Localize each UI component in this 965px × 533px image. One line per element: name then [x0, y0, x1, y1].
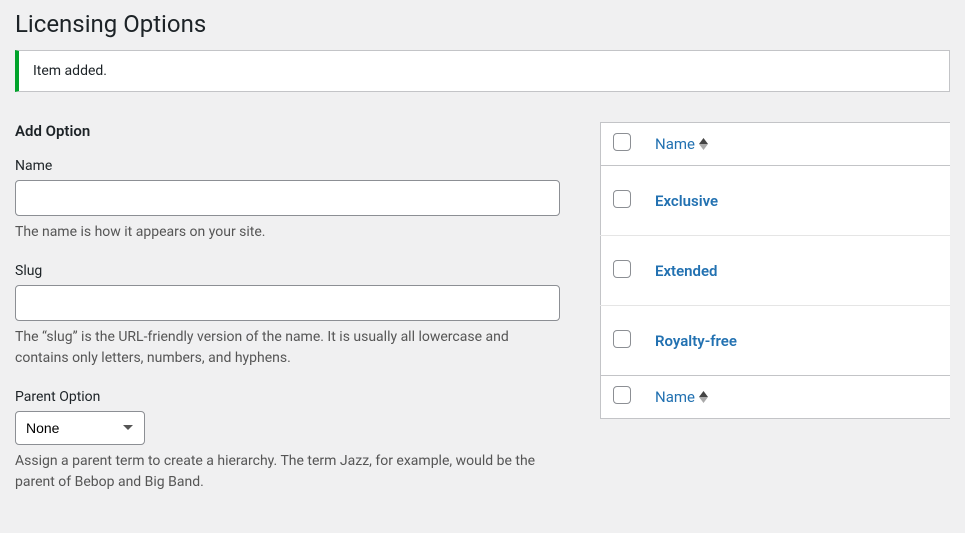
column-footer-name-label: Name	[655, 388, 695, 406]
table-row: Exclusive	[601, 166, 951, 236]
name-input[interactable]	[15, 180, 560, 216]
sort-icon	[699, 391, 708, 403]
parent-help: Assign a parent term to create a hierarc…	[15, 451, 560, 493]
column-header-name[interactable]: Name	[655, 135, 708, 153]
row-checkbox[interactable]	[613, 260, 631, 278]
column-footer-name[interactable]: Name	[655, 388, 708, 406]
success-notice: Item added.	[15, 50, 950, 92]
slug-input[interactable]	[15, 285, 560, 321]
notice-message: Item added.	[33, 63, 107, 79]
slug-label: Slug	[15, 263, 560, 279]
term-link[interactable]: Royalty-free	[655, 332, 737, 350]
select-all-top-checkbox[interactable]	[613, 133, 631, 151]
page-title: Licensing Options	[15, 10, 950, 50]
row-checkbox[interactable]	[613, 330, 631, 348]
slug-help: The “slug” is the URL-friendly version o…	[15, 327, 560, 369]
term-link[interactable]: Extended	[655, 262, 718, 280]
table-row: Extended	[601, 236, 951, 306]
sort-icon	[699, 138, 708, 150]
row-checkbox[interactable]	[613, 190, 631, 208]
parent-select[interactable]: None	[15, 411, 145, 445]
table-row: Royalty-free	[601, 306, 951, 376]
terms-table: Name Exclusive Exten	[600, 122, 950, 419]
column-header-name-label: Name	[655, 135, 695, 153]
term-link[interactable]: Exclusive	[655, 192, 718, 210]
name-help: The name is how it appears on your site.	[15, 222, 560, 243]
form-title: Add Option	[15, 122, 560, 140]
parent-label: Parent Option	[15, 389, 560, 405]
name-label: Name	[15, 158, 560, 174]
select-all-bottom-checkbox[interactable]	[613, 386, 631, 404]
